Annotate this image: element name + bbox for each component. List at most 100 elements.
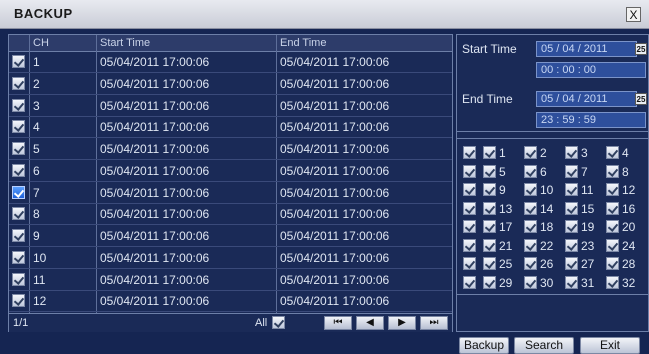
channel-row-select-checkbox[interactable] <box>463 238 476 252</box>
table-row[interactable]: 2 05/04/2011 17:00:06 05/04/2011 17:00:06 <box>9 74 452 95</box>
channel-checkbox[interactable] <box>524 275 537 289</box>
channel-checkbox[interactable] <box>524 183 537 196</box>
channel-number: 24 <box>622 238 636 253</box>
channel-number: 6 <box>540 164 547 179</box>
channel-checkbox[interactable] <box>606 183 619 196</box>
channel-checkbox[interactable] <box>606 257 619 270</box>
channel-checkbox[interactable] <box>524 220 537 233</box>
row-checkbox[interactable] <box>12 98 25 112</box>
channel-row-select-checkbox[interactable] <box>463 201 476 215</box>
channel-row-select-checkbox[interactable] <box>463 275 476 289</box>
table-row[interactable]: 7 05/04/2011 17:00:06 05/04/2011 17:00:06 <box>9 183 452 204</box>
exit-button[interactable]: Exit <box>580 337 640 354</box>
channel-checkbox[interactable] <box>565 183 578 196</box>
channel-number: 25 <box>499 257 513 271</box>
row-checkbox[interactable] <box>12 76 25 90</box>
row-checkbox[interactable] <box>12 294 25 308</box>
channel-number: 28 <box>622 257 636 271</box>
channel-checkbox[interactable] <box>565 201 578 215</box>
channel-checkbox[interactable] <box>483 238 496 252</box>
channel-checkbox[interactable] <box>565 275 578 289</box>
row-start-time: 05/04/2011 17:00:06 <box>100 142 210 156</box>
channel-checkbox[interactable] <box>606 238 619 252</box>
channel-checkbox[interactable] <box>483 146 496 159</box>
last-page-icon: ⏭ <box>429 317 439 328</box>
table-row[interactable]: 10 05/04/2011 17:00:06 05/04/2011 17:00:06 <box>9 248 452 269</box>
row-start-time: 05/04/2011 17:00:06 <box>100 55 210 69</box>
start-time-field[interactable]: 00 : 00 : 00 <box>536 62 646 78</box>
row-start-time: 05/04/2011 17:00:06 <box>100 76 210 91</box>
table-footer: 1/1 All ⏮ ◀ ▶ ⏭ <box>9 313 452 332</box>
select-all-checkbox[interactable] <box>272 316 285 329</box>
table-row[interactable]: 4 05/04/2011 17:00:06 05/04/2011 17:00:06 <box>9 117 452 139</box>
end-date-field[interactable]: 05 / 04 / 2011 <box>536 91 637 107</box>
last-page-button[interactable]: ⏭ <box>420 316 448 330</box>
channel-checkbox[interactable] <box>483 220 496 233</box>
end-calendar-icon[interactable]: 25 <box>635 93 647 105</box>
close-button[interactable]: X <box>626 7 641 22</box>
header-start-time[interactable]: Start Time <box>100 37 150 49</box>
row-checkbox[interactable] <box>12 142 25 155</box>
row-checkbox[interactable] <box>12 163 25 177</box>
table-row[interactable]: 8 05/04/2011 17:00:06 05/04/2011 17:00:06 <box>9 204 452 226</box>
prev-page-icon: ◀ <box>366 317 374 328</box>
row-checkbox[interactable] <box>12 207 25 221</box>
table-row[interactable]: 1 05/04/2011 17:00:06 05/04/2011 17:00:06 <box>9 52 452 73</box>
start-time-label: Start Time <box>462 42 517 56</box>
next-page-button[interactable]: ▶ <box>388 316 416 330</box>
row-end-time: 05/04/2011 17:00:06 <box>280 207 390 222</box>
row-checkbox[interactable] <box>12 55 25 68</box>
channel-checkbox[interactable] <box>483 275 496 289</box>
channel-checkbox[interactable] <box>565 257 578 270</box>
row-checkbox[interactable] <box>12 120 25 134</box>
channel-checkbox[interactable] <box>524 238 537 252</box>
channel-checkbox[interactable] <box>483 183 496 196</box>
channel-row-select-checkbox[interactable] <box>463 257 476 270</box>
search-button[interactable]: Search <box>514 337 574 354</box>
row-checkbox[interactable] <box>12 250 25 264</box>
channel-checkbox[interactable] <box>524 201 537 215</box>
table-row[interactable]: 11 05/04/2011 17:00:06 05/04/2011 17:00:06 <box>9 270 452 291</box>
channel-row-select-checkbox[interactable] <box>463 164 476 178</box>
channel-checkbox[interactable] <box>565 164 578 178</box>
prev-page-button[interactable]: ◀ <box>356 316 384 330</box>
channel-row-select-checkbox[interactable] <box>463 183 476 196</box>
table-row[interactable]: 5 05/04/2011 17:00:06 05/04/2011 17:00:06 <box>9 139 452 160</box>
channel-number: 23 <box>581 238 595 253</box>
first-page-button[interactable]: ⏮ <box>324 316 352 330</box>
channel-checkbox[interactable] <box>483 257 496 270</box>
channel-checkbox[interactable] <box>524 257 537 270</box>
row-checkbox[interactable] <box>12 185 25 199</box>
channel-number: 12 <box>622 183 636 197</box>
channel-checkbox[interactable] <box>524 146 537 159</box>
row-checkbox[interactable] <box>12 229 25 242</box>
channel-checkbox[interactable] <box>606 164 619 178</box>
row-checkbox[interactable] <box>12 272 25 286</box>
channel-row-select-checkbox[interactable] <box>463 220 476 233</box>
backup-button[interactable]: Backup <box>459 337 509 354</box>
row-channel: 1 <box>33 55 40 69</box>
channel-checkbox[interactable] <box>606 201 619 215</box>
row-end-time: 05/04/2011 17:00:06 <box>280 229 390 243</box>
channel-checkbox[interactable] <box>483 201 496 215</box>
table-row[interactable]: 12 05/04/2011 17:00:06 05/04/2011 17:00:06 <box>9 291 452 313</box>
header-ch[interactable]: CH <box>33 37 49 49</box>
channel-checkbox[interactable] <box>606 220 619 233</box>
header-end-time[interactable]: End Time <box>280 37 326 49</box>
channel-row-select-checkbox[interactable] <box>463 146 476 159</box>
channel-number: 30 <box>540 275 554 290</box>
channel-checkbox[interactable] <box>565 220 578 233</box>
channel-checkbox[interactable] <box>524 164 537 178</box>
table-row[interactable]: 9 05/04/2011 17:00:06 05/04/2011 17:00:06 <box>9 226 452 247</box>
table-row[interactable]: 6 05/04/2011 17:00:06 05/04/2011 17:00:06 <box>9 161 452 182</box>
row-end-time: 05/04/2011 17:00:06 <box>280 185 390 200</box>
channel-checkbox[interactable] <box>565 146 578 159</box>
channel-checkbox[interactable] <box>606 275 619 289</box>
start-date-field[interactable]: 05 / 04 / 2011 <box>536 41 637 57</box>
start-calendar-icon[interactable]: 25 <box>635 43 647 55</box>
channel-checkbox[interactable] <box>606 146 619 159</box>
end-time-field[interactable]: 23 : 59 : 59 <box>536 112 646 128</box>
channel-checkbox[interactable] <box>483 164 496 178</box>
table-row[interactable]: 3 05/04/2011 17:00:06 05/04/2011 17:00:06 <box>9 96 452 117</box>
channel-checkbox[interactable] <box>565 238 578 252</box>
